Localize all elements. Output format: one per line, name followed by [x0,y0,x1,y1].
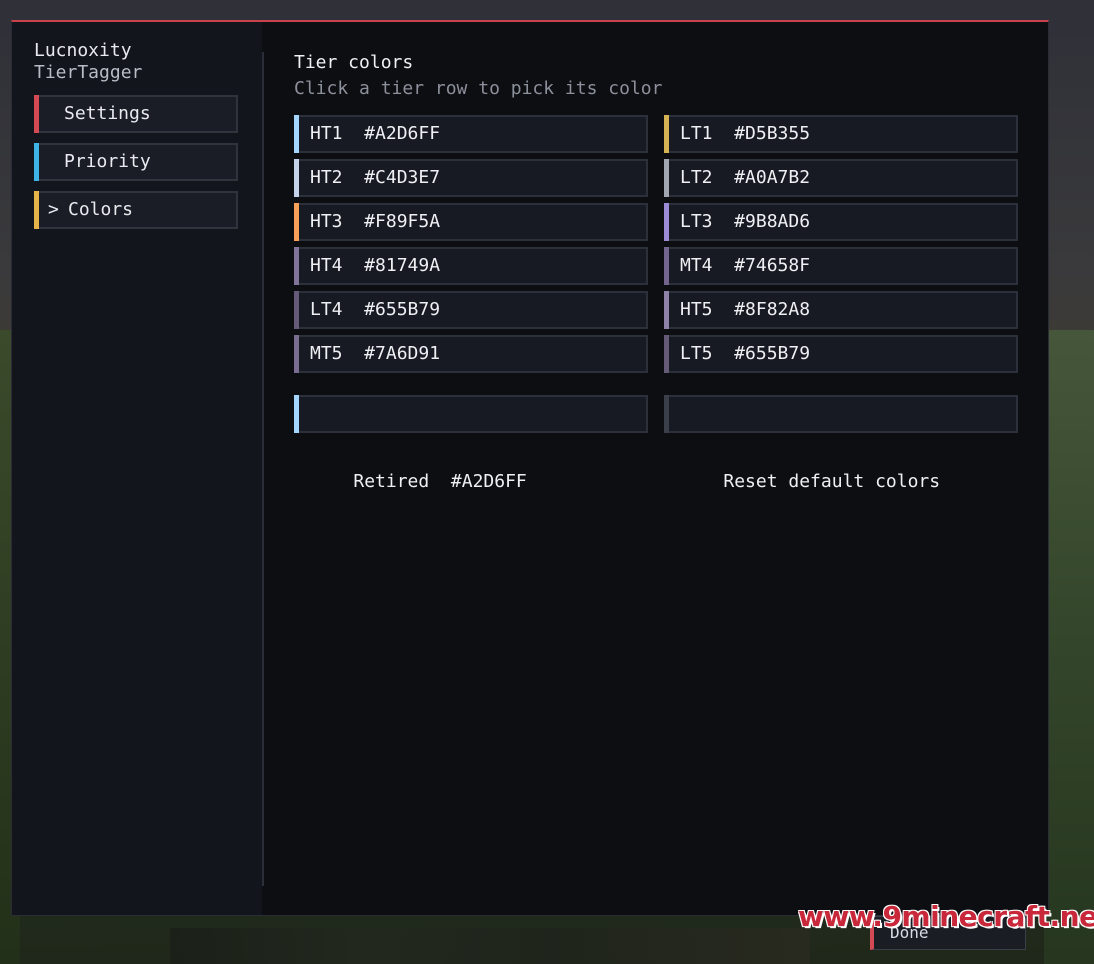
page-hint: Click a tier row to pick its color [294,78,663,99]
chevron-right-icon: > [48,199,59,220]
tier-label: HT2 #C4D3E7 [310,167,441,188]
tier-row[interactable]: HT4 #81749A [294,247,648,285]
tier-label: HT3 #F89F5A [310,211,441,232]
brand: Lucnoxity TierTagger [34,40,142,84]
sidebar-item-priority[interactable]: Priority [34,143,238,181]
sidebar-item-settings[interactable]: Settings [34,95,238,133]
tier-row[interactable]: LT3 #9B8AD6 [664,203,1018,241]
background-right [1044,330,1094,964]
color-swatch [294,203,299,241]
reset-colors-button[interactable]: Reset default colors [664,395,1018,492]
tier-row[interactable]: HT3 #F89F5A [294,203,648,241]
tier-label: MT5 #7A6D91 [310,343,441,364]
sidebar-item-label: Settings [64,103,151,124]
tier-row[interactable]: MT5 #7A6D91 [294,335,648,373]
tier-label: LT5 #655B79 [680,343,811,364]
sidebar-divider [262,52,264,886]
color-swatch [664,291,669,329]
tier-row[interactable]: LT4 #655B79 [294,291,648,329]
color-swatch [664,115,669,153]
accent-bar [34,143,39,181]
page-title: Tier colors [294,52,414,73]
settings-panel: Lucnoxity TierTagger Settings Priority >… [11,20,1049,916]
color-swatch [294,159,299,197]
tier-row[interactable]: LT2 #A0A7B2 [664,159,1018,197]
color-swatch [294,247,299,285]
color-swatch [294,395,299,433]
sidebar-item-label: Priority [64,151,151,172]
color-swatch [664,247,669,285]
tier-label: HT1 #A2D6FF [310,123,441,144]
accent-bar [34,95,39,133]
accent-bar [34,191,39,229]
watermark: www.9minecraft.net [798,900,1094,933]
tier-label: LT4 #655B79 [310,299,441,320]
tier-row[interactable]: MT4 #74658F [664,247,1018,285]
color-swatch [664,203,669,241]
sidebar-item-label: Colors [68,199,134,220]
sidebar-item-colors[interactable]: > Colors [34,191,238,229]
tier-label: HT4 #81749A [310,255,441,276]
tier-row[interactable]: LT5 #655B79 [664,335,1018,373]
color-swatch [664,159,669,197]
color-swatch [294,115,299,153]
color-swatch [664,335,669,373]
tier-label: MT4 #74658F [680,255,811,276]
reset-label: Reset default colors [723,471,941,492]
sidebar: Lucnoxity TierTagger Settings Priority >… [12,22,262,915]
tier-row[interactable]: HT2 #C4D3E7 [294,159,648,197]
tier-label: HT5 #8F82A8 [680,299,811,320]
brand-name: Lucnoxity [34,40,132,61]
tier-label: LT2 #A0A7B2 [680,167,811,188]
tier-row[interactable]: LT1 #D5B355 [664,115,1018,153]
accent-bar [664,395,669,433]
tier-label: LT3 #9B8AD6 [680,211,811,232]
tier-row[interactable]: HT5 #8F82A8 [664,291,1018,329]
retired-color-row[interactable]: Retired #A2D6FF [294,395,648,492]
brand-subtitle: TierTagger [34,62,143,83]
game-hotbar [170,928,810,964]
tier-label: LT1 #D5B355 [680,123,811,144]
color-swatch [294,335,299,373]
retired-label: Retired #A2D6FF [353,471,527,492]
tier-row[interactable]: HT1 #A2D6FF [294,115,648,153]
color-swatch [294,291,299,329]
